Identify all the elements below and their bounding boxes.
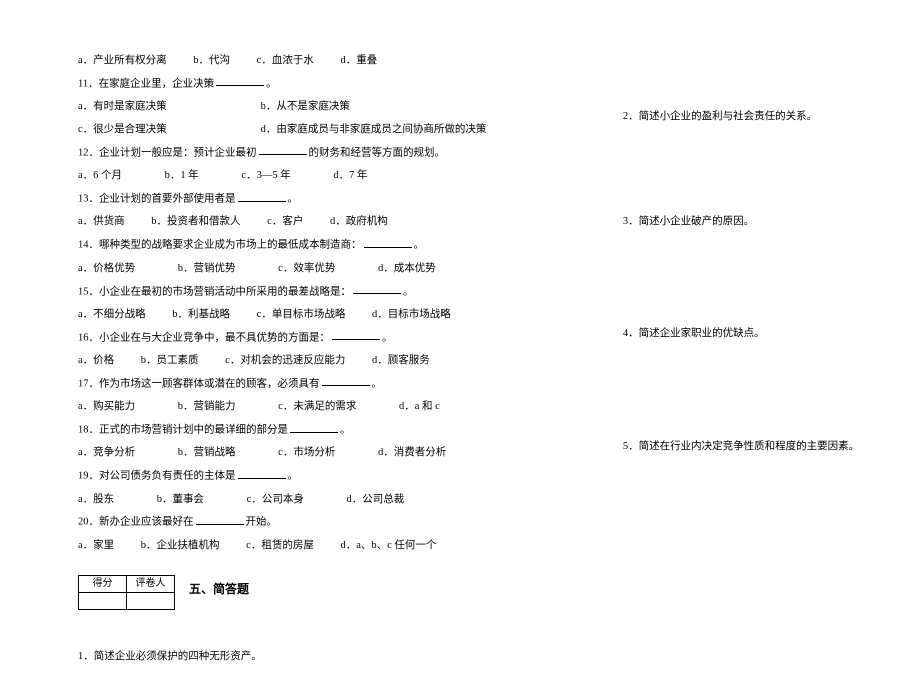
short-answer-q3: 3．简述小企业破产的原因。 — [623, 215, 900, 230]
q20-opt-d: d．a、b、c 任何一个 — [340, 540, 436, 551]
blank — [216, 77, 264, 86]
q18-opt-c: c．市场分析 — [278, 447, 335, 458]
q16-stem: 16．小企业在与大企业竞争中，最不具优势的方面是：。 — [78, 331, 583, 346]
q16-opt-b: b．员工素质 — [141, 355, 199, 366]
q10-opt-b: b．代沟 — [193, 55, 230, 66]
q20-stem: 20．新办企业应该最好在开始。 — [78, 515, 583, 530]
q19-options: a．股东 b．董事会 c．公司本身 d．公司总裁 — [78, 493, 583, 508]
score-value-cell — [79, 593, 127, 610]
q15-opt-b: b．利基战略 — [172, 309, 230, 320]
q18-opt-d: d．消费者分析 — [378, 447, 446, 458]
short-answer-q2: 2．简述小企业的盈利与社会责任的关系。 — [623, 110, 900, 125]
q13-opt-b: b．投资者和借款人 — [151, 216, 240, 227]
blank — [196, 515, 244, 524]
q17-opt-b: b．营销能力 — [178, 401, 236, 412]
q19-opt-d: d．公司总裁 — [346, 494, 404, 505]
score-table: 得分 评卷人 — [78, 575, 175, 610]
table-row — [79, 593, 175, 610]
q13-stem: 13．企业计划的首要外部使用者是。 — [78, 192, 583, 207]
q17-opt-a: a．购买能力 — [78, 401, 135, 412]
q13-opt-d: d．政府机构 — [330, 216, 388, 227]
q17-opt-c: c．未满足的需求 — [278, 401, 356, 412]
q17-stem: 17．作为市场这一顾客群体或潜在的顾客，必须具有。 — [78, 377, 583, 392]
q14-opt-a: a．价格优势 — [78, 263, 135, 274]
q15-options: a．不细分战略 b．利基战略 c．单目标市场战略 d．目标市场战略 — [78, 308, 583, 323]
q10-options: a．产业所有权分离 b．代沟 c．血浓于水 d．重叠 — [78, 54, 583, 69]
q20-opt-a: a．家里 — [78, 540, 114, 551]
q12-opt-d: d．7 年 — [333, 170, 367, 181]
q18-stem: 18．正式的市场营销计划中的最详细的部分是。 — [78, 423, 583, 438]
q18-opt-b: b．营销战略 — [178, 447, 236, 458]
short-answer-q1: 1．简述企业必须保护的四种无形资产。 — [78, 650, 583, 665]
q12-opt-c: c．3—5 年 — [241, 170, 290, 181]
grader-value-cell — [127, 593, 175, 610]
q15-opt-c: c．单目标市场战略 — [257, 309, 346, 320]
right-column: 2．简述小企业的盈利与社会责任的关系。 3．简述小企业破产的原因。 4．简述企业… — [623, 54, 900, 673]
blank — [353, 285, 401, 294]
q19-opt-c: c．公司本身 — [247, 494, 304, 505]
q10-opt-a: a．产业所有权分离 — [78, 55, 167, 66]
blank — [238, 192, 286, 201]
blank — [290, 423, 338, 432]
q19-opt-b: b．董事会 — [157, 494, 204, 505]
q16-options: a．价格 b．员工素质 c．对机会的迅速反应能力 d．顾客服务 — [78, 354, 583, 369]
q13-opt-a: a．供货商 — [78, 216, 125, 227]
blank — [259, 146, 307, 155]
q20-opt-c: c．租赁的房屋 — [246, 540, 314, 551]
q14-options: a．价格优势 b．营销优势 c．效率优势 d．成本优势 — [78, 262, 583, 277]
q12-stem: 12．企业计划一般应是：预计企业最初的财务和经营等方面的规划。 — [78, 146, 583, 161]
q17-options: a．购买能力 b．营销能力 c．未满足的需求 d．a 和 c — [78, 400, 583, 415]
page-container: a．产业所有权分离 b．代沟 c．血浓于水 d．重叠 11．在家庭企业里，企业决… — [0, 0, 920, 693]
q15-opt-a: a．不细分战略 — [78, 309, 146, 320]
q16-opt-c: c．对机会的迅速反应能力 — [225, 355, 345, 366]
q10-opt-d: d．重叠 — [340, 55, 377, 66]
q15-stem: 15．小企业在最初的市场营销活动中所采用的最差战略是：。 — [78, 285, 583, 300]
q11-opts-row1: a．有时是家庭决策 b．从不是家庭决策 — [78, 100, 583, 115]
q11-stem: 11．在家庭企业里，企业决策。 — [78, 77, 583, 92]
q15-opt-d: d．目标市场战略 — [372, 309, 451, 320]
score-header-cell: 得分 — [79, 576, 127, 593]
q13-opt-c: c．客户 — [267, 216, 303, 227]
short-answer-q4: 4．简述企业家职业的优缺点。 — [623, 327, 900, 342]
q16-opt-a: a．价格 — [78, 355, 114, 366]
q20-options: a．家里 b．企业扶植机构 c．租赁的房屋 d．a、b、c 任何一个 — [78, 539, 583, 554]
q18-opt-a: a．竞争分析 — [78, 447, 135, 458]
section-title: 五、简答题 — [189, 582, 249, 596]
blank — [238, 469, 286, 478]
section-5-header: 得分 评卷人 五、简答题 — [78, 569, 583, 610]
q12-options: a．6 个月 b．1 年 c．3—5 年 d．7 年 — [78, 169, 583, 184]
q14-stem: 14．哪种类型的战略要求企业成为市场上的最低成本制造商：。 — [78, 238, 583, 253]
q11-opts-row2: c．很少是合理决策 d．由家庭成员与非家庭成员之间协商所做的决策 — [78, 123, 583, 138]
q12-opt-a: a．6 个月 — [78, 170, 122, 181]
q17-opt-d: d．a 和 c — [399, 401, 440, 412]
short-answer-q5: 5．简述在行业内决定竞争性质和程度的主要因素。 — [623, 440, 900, 455]
q14-opt-c: c．效率优势 — [278, 263, 335, 274]
q19-opt-a: a．股东 — [78, 494, 114, 505]
blank — [364, 238, 412, 247]
q11-opt-a: a．有时是家庭决策 — [78, 100, 258, 115]
q14-opt-b: b．营销优势 — [178, 263, 236, 274]
q11-opt-d: d．由家庭成员与非家庭成员之间协商所做的决策 — [261, 124, 487, 135]
q20-opt-b: b．企业扶植机构 — [141, 540, 220, 551]
q19-stem: 19．对公司债务负有责任的主体是。 — [78, 469, 583, 484]
q13-options: a．供货商 b．投资者和借款人 c．客户 d．政府机构 — [78, 215, 583, 230]
q11-opt-b: b．从不是家庭决策 — [261, 101, 350, 112]
q10-opt-c: c．血浓于水 — [257, 55, 314, 66]
left-column: a．产业所有权分离 b．代沟 c．血浓于水 d．重叠 11．在家庭企业里，企业决… — [78, 54, 583, 673]
grader-header-cell: 评卷人 — [127, 576, 175, 593]
table-row: 得分 评卷人 — [79, 576, 175, 593]
q18-options: a．竞争分析 b．营销战略 c．市场分析 d．消费者分析 — [78, 446, 583, 461]
q14-opt-d: d．成本优势 — [378, 263, 436, 274]
q11-opt-c: c．很少是合理决策 — [78, 123, 258, 138]
blank — [322, 377, 370, 386]
q12-opt-b: b．1 年 — [165, 170, 199, 181]
blank — [332, 331, 380, 340]
q16-opt-d: d．顾客服务 — [372, 355, 430, 366]
